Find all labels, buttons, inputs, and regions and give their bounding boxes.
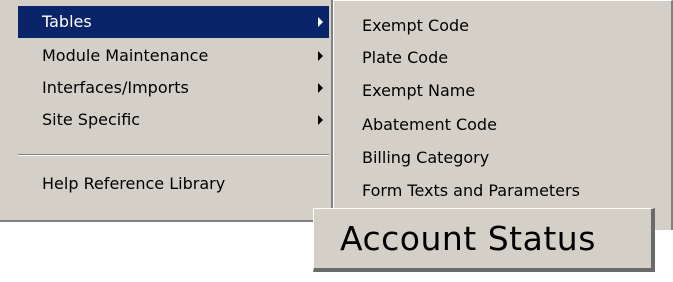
menu-item-site-specific[interactable]: Site Specific [18,104,329,136]
submenu-item-exempt-name[interactable]: Exempt Name [362,75,475,107]
tables-submenu: Exempt Code Plate Code Exempt Name Abate… [333,0,673,230]
chevron-right-icon [318,51,323,61]
chevron-right-icon [318,83,323,93]
menu-item-help-reference-library[interactable]: Help Reference Library [18,168,329,200]
menu-item-label: Site Specific [42,110,141,129]
menu-item-label: Module Maintenance [42,46,209,65]
chevron-right-icon [318,17,323,27]
menu-item-label: Interfaces/Imports [42,78,189,97]
separator-highlight-line [18,155,329,156]
submenu-item-plate-code[interactable]: Plate Code [362,42,448,74]
menu-separator [18,154,329,156]
menu-item-tables[interactable]: Tables [18,6,329,38]
submenu-item-form-texts-and-parameters[interactable]: Form Texts and Parameters [362,175,580,207]
menu-item-interfaces-imports[interactable]: Interfaces/Imports [18,72,329,104]
menu-item-label: Tables [42,12,92,31]
main-menu: Tables Module Maintenance Interfaces/Imp… [0,0,333,222]
submenu-item-abatement-code[interactable]: Abatement Code [362,109,497,141]
menu-item-module-maintenance[interactable]: Module Maintenance [18,40,329,72]
submenu-item-billing-category[interactable]: Billing Category [362,142,489,174]
submenu-item-exempt-code[interactable]: Exempt Code [362,10,469,42]
account-status-zoom-callout[interactable]: Account Status [313,208,655,272]
menu-item-label: Help Reference Library [42,174,226,193]
zoom-callout-label: Account Status [340,219,596,258]
chevron-right-icon [318,115,323,125]
context-menu-screenshot: Tables Module Maintenance Interfaces/Imp… [0,0,673,282]
